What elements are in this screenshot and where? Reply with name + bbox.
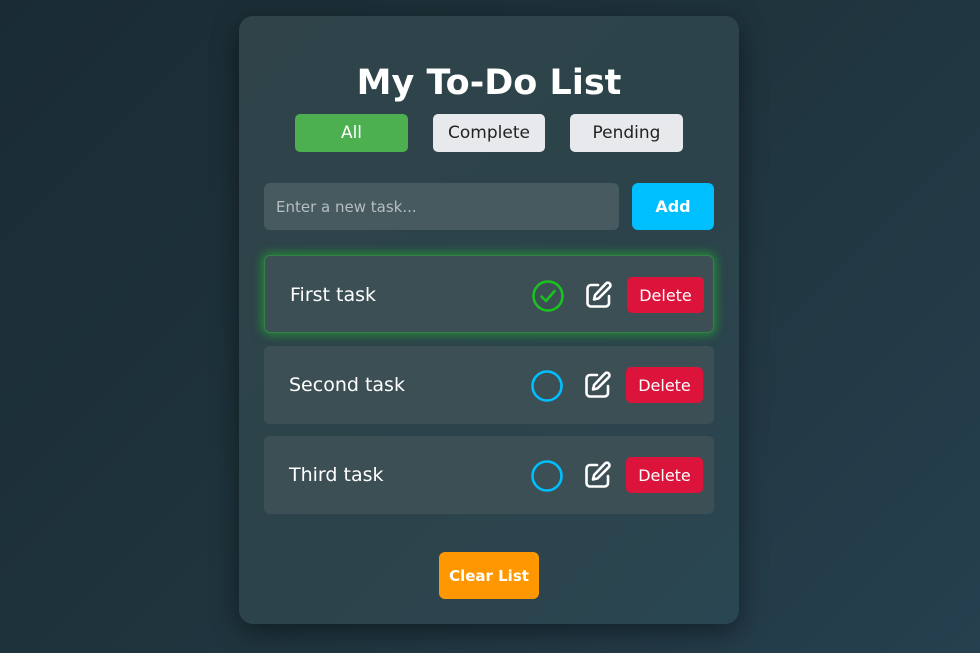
edit-icon[interactable]: [580, 458, 614, 492]
new-task-input[interactable]: [264, 183, 619, 230]
empty-circle-icon[interactable]: [530, 369, 564, 403]
filter-complete-button[interactable]: Complete: [433, 114, 545, 152]
delete-task-button[interactable]: Delete: [626, 457, 703, 493]
task-text: First task: [290, 284, 377, 306]
todo-card: My To-Do List All Complete Pending Add F…: [239, 16, 739, 624]
filter-all-button[interactable]: All: [295, 114, 408, 152]
task-item-1: First task Delete: [264, 255, 714, 333]
delete-task-button[interactable]: Delete: [626, 367, 703, 403]
check-circle-icon[interactable]: [531, 279, 565, 313]
task-item-2: Second task Delete: [264, 346, 714, 424]
empty-circle-icon[interactable]: [530, 459, 564, 493]
page-title: My To-Do List: [356, 63, 622, 103]
filter-pending-button[interactable]: Pending: [570, 114, 683, 152]
edit-icon[interactable]: [580, 368, 614, 402]
edit-icon[interactable]: [581, 278, 615, 312]
task-text: Second task: [289, 374, 405, 396]
task-item-3: Third task Delete: [264, 436, 714, 514]
task-text: Third task: [289, 464, 384, 486]
clear-list-button[interactable]: Clear List: [439, 552, 539, 599]
delete-task-button[interactable]: Delete: [627, 277, 704, 313]
add-task-button[interactable]: Add: [632, 183, 714, 230]
